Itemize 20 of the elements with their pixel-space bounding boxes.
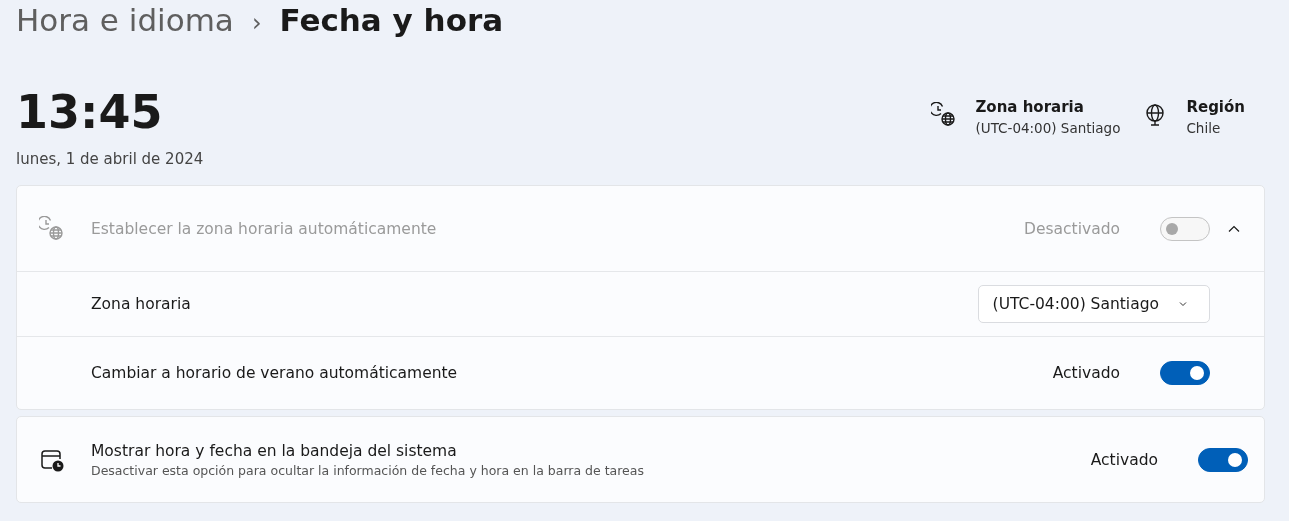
breadcrumb-parent[interactable]: Hora e idioma [16, 2, 234, 38]
toggle-state: Desactivado [1024, 219, 1120, 238]
breadcrumb-separator: › [251, 9, 262, 37]
summary-value: Chile [1186, 120, 1222, 136]
setting-label: Zona horaria [91, 295, 192, 313]
page-title: Fecha y hora [279, 2, 504, 38]
toggle-switch[interactable] [1198, 447, 1248, 472]
clock-globe-icon [39, 215, 65, 242]
current-time: 13:45 [16, 84, 164, 140]
setting-description: Desactivar esta opción para ocultar la información de fecha y hora en la barra de tareas [91, 462, 645, 478]
setting-label: Mostrar hora y fecha en la bandeja del sistema [91, 441, 458, 460]
summary-value: (UTC-04:00) Santiago [975, 120, 1121, 136]
clock-globe-icon [931, 102, 958, 128]
summary-label: Región [1186, 98, 1245, 116]
toggle-state: Activado [1090, 450, 1158, 469]
setting-label: Cambiar a horario de verano automáticamente [91, 364, 459, 382]
toggle-state: Activado [1052, 364, 1120, 382]
setting-label: Establecer la zona horaria automáticamente [91, 219, 438, 238]
summary-label: Zona horaria [975, 98, 1085, 116]
current-date: lunes, 1 de abril de 2024 [16, 150, 204, 168]
